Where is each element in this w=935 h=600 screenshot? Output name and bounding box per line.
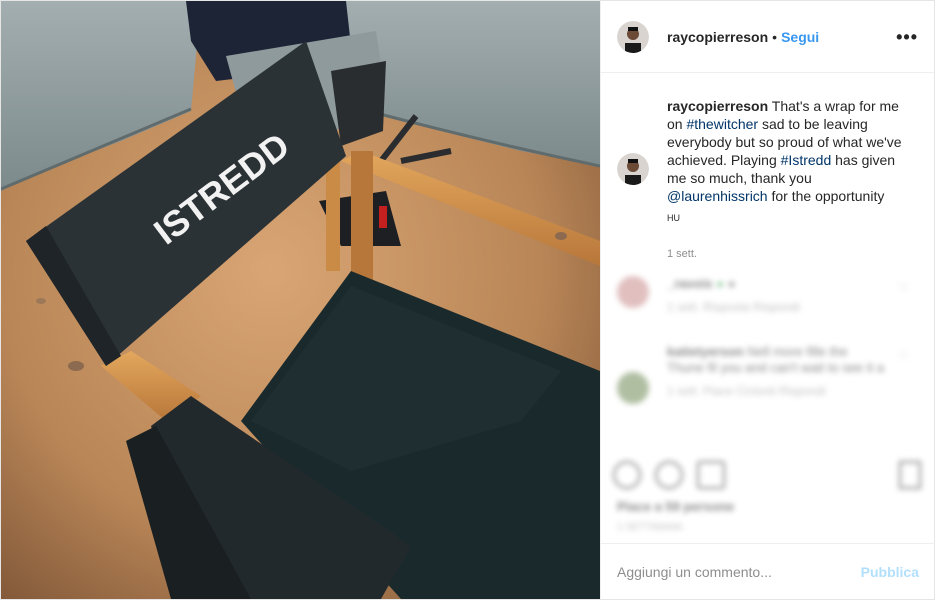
comment-username: _ravois [667,276,713,291]
share-icon [697,461,725,489]
comment-meta: 1 sett. Piace Ciclonti Rispondi [667,384,826,398]
caption-avatar[interactable] [617,153,649,185]
heart-icon [613,461,641,489]
comment-meta: 1 sett. Risposta Rispondi [667,300,800,314]
caption-username[interactable]: raycopierreson [667,98,768,114]
action-bar [613,461,725,489]
hashtag-link[interactable]: #thewitcher [686,116,758,132]
post-header: raycopierreson • Segui ••• [601,1,934,73]
mention-link[interactable]: @laurenhissrich [667,188,768,204]
header-separator: • [772,28,778,45]
comment-like-icon: ♡ [898,281,909,295]
avatar[interactable] [617,20,649,53]
comment-username: katietyerson [667,344,744,359]
comment-row: katietyerson Nell more fille the Thune f… [617,344,887,404]
bookmark-icon [899,461,921,489]
caption-body: raycopierreson That's a wrap for me on #… [667,97,907,263]
more-horizontal-icon[interactable]: ••• [896,28,918,46]
add-comment-bar: Pubblica [601,543,935,599]
instagram-post: ISTREDD raycopierreson • Segui ••• rayco… [0,0,935,600]
post-side-panel: raycopierreson • Segui ••• raycopierreso… [600,1,935,599]
hashtag-link[interactable]: #Istredd [781,152,832,168]
comment-icon [655,461,683,489]
post-caption: raycopierreson That's a wrap for me on #… [601,73,934,263]
likes-count: Piace a 59 persone [617,499,735,514]
director-chair-image: ISTREDD [1,1,600,599]
header-username[interactable]: raycopierreson [667,29,768,45]
blurred-region: _ravois ● ● 1 sett. Risposta Rispondi ♡ … [601,256,935,546]
comment-avatar [617,276,649,308]
caption-text: for the opportunity [767,188,885,204]
translation-label: HU [667,213,680,223]
comment-row: _ravois ● ● 1 sett. Risposta Rispondi [617,276,800,314]
comment-like-icon: ♡ [898,349,909,363]
post-date: 1 SETTIMANA [617,522,683,533]
post-photo[interactable]: ISTREDD [1,1,600,599]
follow-button[interactable]: Segui [781,29,819,45]
publish-button[interactable]: Pubblica [861,564,919,580]
comment-avatar [617,372,649,404]
comment-input[interactable] [617,563,861,580]
